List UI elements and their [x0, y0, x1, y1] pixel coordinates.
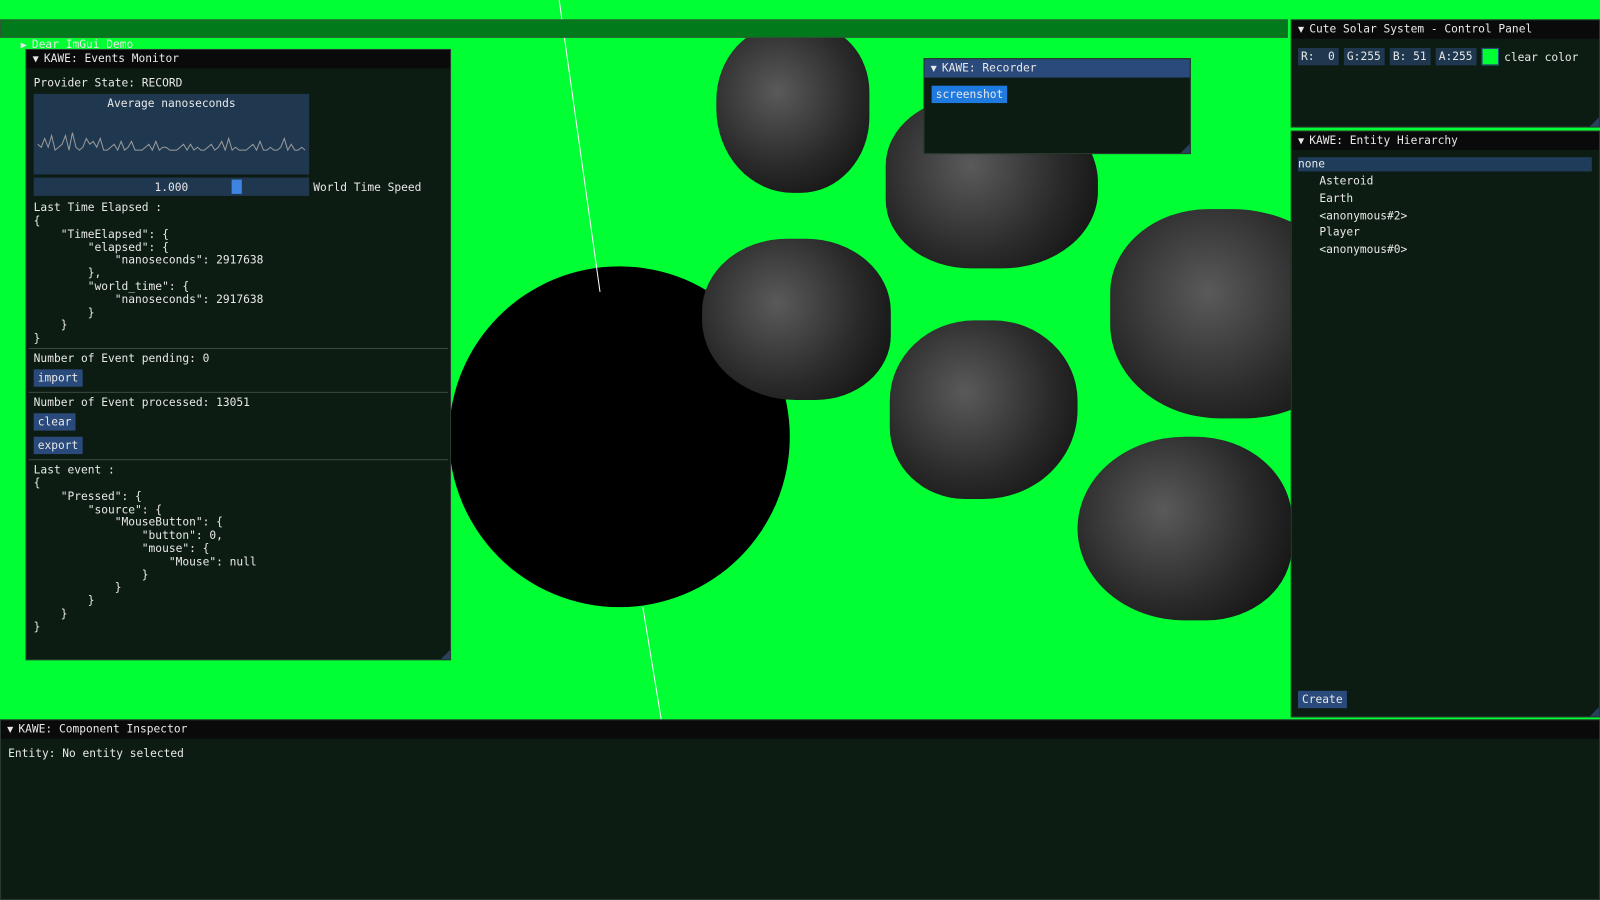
- nanoseconds-plot: Average nanoseconds: [33, 93, 310, 175]
- asteroid: [1077, 436, 1292, 621]
- window-titlebar[interactable]: ▼ KAWE: Events Monitor: [26, 49, 450, 69]
- hierarchy-item-none[interactable]: none: [1297, 157, 1592, 172]
- demo-window-titlebar[interactable]: ▶ Dear ImGui Demo: [0, 19, 1288, 51]
- collapse-triangle-icon[interactable]: ▼: [7, 721, 13, 739]
- json-line: }: [33, 305, 95, 319]
- last-time-label: Last Time Elapsed :: [33, 201, 163, 215]
- clear-button[interactable]: clear: [33, 413, 76, 431]
- events-pending: Number of Event pending: 0: [33, 352, 210, 366]
- json-line: "mouse": {: [33, 541, 210, 556]
- json-line: "nanoseconds": 2917638: [33, 253, 264, 267]
- asteroid: [716, 24, 870, 193]
- clear-color-label: clear color: [1504, 51, 1579, 65]
- entity-status: Entity: No entity selected: [8, 746, 184, 761]
- window-title: KAWE: Recorder: [941, 61, 1037, 75]
- json-line: }: [33, 607, 68, 621]
- json-line: {: [33, 214, 41, 228]
- json-line: "nanoseconds": 2917638: [33, 292, 264, 306]
- json-line: "MouseButton": {: [33, 515, 223, 529]
- create-button[interactable]: Create: [1297, 690, 1347, 709]
- screenshot-button[interactable]: screenshot: [931, 85, 1008, 104]
- json-line: "source": {: [33, 502, 163, 516]
- json-line: }: [33, 581, 122, 595]
- world-time-speed-slider[interactable]: 1.000: [33, 177, 310, 196]
- json-line: "world_time": {: [33, 279, 190, 293]
- window-title: KAWE: Events Monitor: [43, 52, 180, 66]
- slider-label: World Time Speed: [313, 180, 422, 194]
- json-line: },: [33, 266, 102, 280]
- recorder-window: ▼ KAWE: Recorder screenshot: [923, 58, 1191, 155]
- red-channel-input[interactable]: R: 0: [1297, 47, 1339, 66]
- json-line: }: [33, 318, 68, 333]
- json-line: "Mouse": null: [33, 554, 257, 569]
- import-button[interactable]: import: [33, 369, 83, 387]
- events-processed: Number of Event processed: 13051: [33, 395, 250, 410]
- hierarchy-item[interactable]: Asteroid: [1319, 174, 1373, 187]
- window-title: KAWE: Component Inspector: [18, 722, 188, 736]
- json-line: "TimeElapsed": {: [33, 227, 169, 241]
- window-titlebar[interactable]: ▼ KAWE: Component Inspector: [1, 720, 1599, 739]
- events-monitor-window: ▼ KAWE: Events Monitor Provider State: RE…: [25, 48, 452, 661]
- hierarchy-item[interactable]: <anonymous#2>: [1319, 209, 1407, 222]
- collapse-triangle-icon[interactable]: ▼: [1298, 21, 1304, 39]
- entity-hierarchy-window: ▼ KAWE: Entity Hierarchy none Asteroid Ear…: [1290, 130, 1600, 718]
- json-line: }: [33, 331, 41, 346]
- color-swatch[interactable]: [1481, 47, 1499, 66]
- json-line: {: [33, 476, 41, 490]
- item-label: none: [1297, 157, 1325, 171]
- last-event-label: Last event :: [33, 463, 115, 477]
- green-channel-input[interactable]: G:255: [1343, 47, 1385, 66]
- resize-grip[interactable]: [440, 649, 450, 660]
- plot-line: [37, 132, 306, 152]
- json-line: "Pressed": {: [33, 489, 142, 503]
- window-title: KAWE: Entity Hierarchy: [1309, 133, 1458, 147]
- hierarchy-item[interactable]: <anonymous#0>: [1319, 243, 1407, 256]
- component-inspector-window: ▼ KAWE: Component Inspector Entity: No en…: [0, 719, 1600, 900]
- ray-line: [558, 0, 601, 292]
- collapse-triangle-icon[interactable]: ▼: [1298, 133, 1304, 151]
- separator: [28, 391, 448, 393]
- resize-grip[interactable]: [1589, 707, 1599, 717]
- hierarchy-item[interactable]: Player: [1319, 226, 1360, 239]
- json-line: }: [33, 567, 149, 582]
- asteroid: [702, 238, 891, 400]
- slider-value: 1.000: [154, 180, 189, 194]
- window-titlebar[interactable]: ▼ KAWE: Recorder: [924, 59, 1190, 78]
- control-panel-window: ▼ Cute Solar System - Control Panel R: 0 …: [1290, 19, 1600, 128]
- collapse-triangle-icon[interactable]: ▼: [931, 60, 937, 78]
- blue-channel-input[interactable]: B: 51: [1389, 47, 1431, 66]
- hierarchy-item[interactable]: Earth: [1319, 192, 1353, 205]
- separator: [28, 459, 448, 461]
- window-title: Cute Solar System - Control Panel: [1309, 22, 1533, 36]
- resize-grip[interactable]: [1589, 117, 1599, 127]
- export-button[interactable]: export: [33, 436, 83, 455]
- json-line: }: [33, 620, 41, 634]
- alpha-channel-input[interactable]: A:255: [1435, 47, 1477, 66]
- provider-state: Provider State: RECORD: [33, 76, 183, 90]
- collapse-triangle-icon[interactable]: ▼: [33, 51, 39, 69]
- ray-line: [642, 607, 662, 720]
- slider-grab[interactable]: [231, 179, 242, 194]
- window-titlebar[interactable]: ▼ KAWE: Entity Hierarchy: [1291, 131, 1599, 151]
- json-line: "button": 0,: [33, 528, 223, 543]
- json-line: }: [33, 594, 95, 608]
- separator: [28, 347, 448, 349]
- window-titlebar[interactable]: ▼ Cute Solar System - Control Panel: [1291, 20, 1599, 39]
- resize-grip[interactable]: [1180, 143, 1190, 154]
- asteroid: [889, 320, 1078, 499]
- json-line: "elapsed": {: [33, 240, 169, 254]
